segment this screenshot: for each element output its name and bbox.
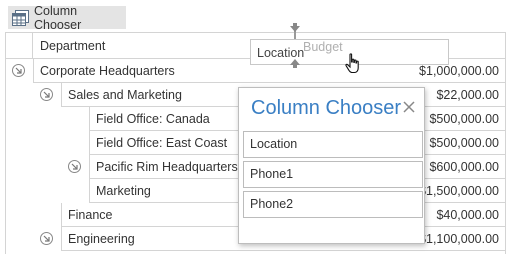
column-chooser-title: Column Chooser xyxy=(251,97,402,119)
budget-cell: $500,000.00 xyxy=(429,112,499,126)
department-cell: Corporate Headquarters xyxy=(40,64,175,78)
department-cell: Finance xyxy=(68,208,113,222)
department-cell: Field Office: Canada xyxy=(96,112,210,126)
expand-row-icon[interactable] xyxy=(40,88,53,101)
budget-cell: $1,100,000.00 xyxy=(419,232,499,246)
column-chooser-window: Column Chooser Location Phone1 Phone2 xyxy=(238,87,425,244)
budget-cell: $40,000.00 xyxy=(436,208,499,222)
budget-cell: $1,000,000.00 xyxy=(419,64,499,78)
budget-cell: $22,000.00 xyxy=(436,88,499,102)
budget-cell: $600,000.00 xyxy=(429,160,499,174)
column-chooser-icon xyxy=(12,9,29,26)
drop-indicator-up-arrow-icon xyxy=(290,57,300,71)
department-cell: Sales and Marketing xyxy=(68,88,182,102)
expand-row-icon[interactable] xyxy=(68,160,81,173)
column-chooser-button[interactable]: Column Chooser xyxy=(8,3,126,32)
department-column-header[interactable]: Department xyxy=(40,39,105,53)
chooser-item-location[interactable]: Location xyxy=(243,131,423,158)
department-cell: Marketing xyxy=(96,184,151,198)
drop-indicator-down-arrow-icon xyxy=(290,21,300,35)
expand-column-header xyxy=(6,33,33,59)
close-icon[interactable] xyxy=(402,100,416,114)
budget-cell: $500,000.00 xyxy=(429,136,499,150)
budget-column-header-ghost: Budget xyxy=(303,40,343,54)
department-cell: Field Office: East Coast xyxy=(96,136,228,150)
budget-cell: $1,500,000.00 xyxy=(419,184,499,198)
hand-cursor-icon xyxy=(344,53,362,78)
chooser-item-phone1[interactable]: Phone1 xyxy=(243,161,423,188)
department-cell: Engineering xyxy=(68,232,135,246)
chooser-item-phone2[interactable]: Phone2 xyxy=(243,191,423,218)
expand-row-icon[interactable] xyxy=(12,64,25,77)
expand-row-icon[interactable] xyxy=(40,232,53,245)
column-chooser-button-label: Column Chooser xyxy=(34,3,82,32)
department-cell: Pacific Rim Headquarters xyxy=(96,160,238,174)
